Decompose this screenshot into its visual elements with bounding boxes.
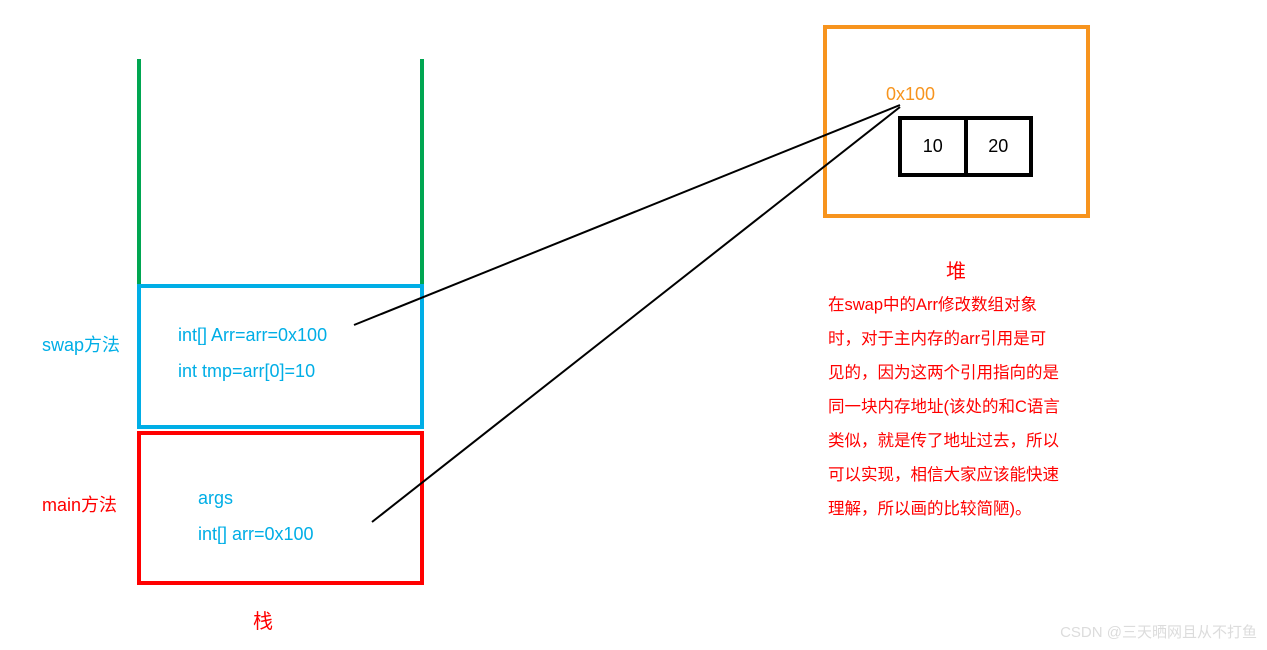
swap-line1: int[] Arr=arr=0x100 xyxy=(178,317,327,353)
stack-title: 栈 xyxy=(253,605,273,634)
stack-wall-right xyxy=(420,59,424,286)
heap-address: 0x100 xyxy=(886,84,935,105)
swap-frame-content: int[] Arr=arr=0x100 int tmp=arr[0]=10 xyxy=(178,317,327,389)
heap-array: 10 20 xyxy=(898,116,1033,177)
stack-wall-left xyxy=(137,59,141,286)
watermark: CSDN @三天晒网且从不打鱼 xyxy=(1060,621,1257,642)
heap-title: 堆 xyxy=(946,255,966,284)
swap-label: swap方法 xyxy=(42,331,120,357)
main-line2: int[] arr=0x100 xyxy=(198,516,314,552)
main-line1: args xyxy=(198,480,314,516)
explanation-text: 在swap中的Arr修改数组对象时，对于主内存的arr引用是可见的，因为这两个引… xyxy=(828,288,1060,526)
main-label: main方法 xyxy=(42,491,117,517)
array-cell-1: 20 xyxy=(968,120,1030,173)
swap-line2: int tmp=arr[0]=10 xyxy=(178,353,327,389)
main-frame-content: args int[] arr=0x100 xyxy=(198,480,314,552)
array-cell-0: 10 xyxy=(902,120,964,173)
